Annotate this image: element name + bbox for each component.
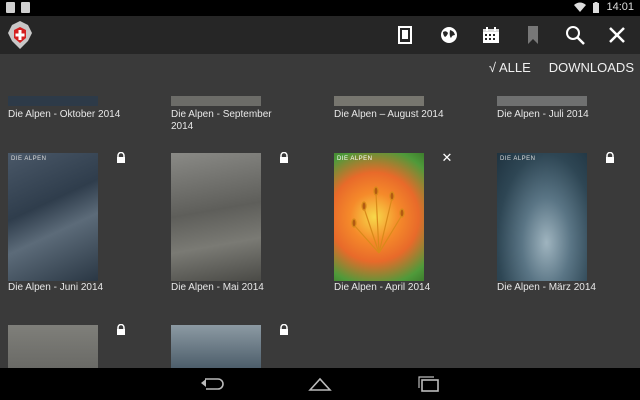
issue-grid: Die Alpen - Oktober 2014 Die Alpen - Sep…	[0, 54, 640, 368]
issue-title[interactable]: Die Alpen - Oktober 2014	[8, 109, 158, 121]
notification-icon	[6, 2, 15, 13]
filter-downloads-button[interactable]: DOWNLOADS	[549, 60, 634, 75]
issue-title[interactable]: Die Alpen - März 2014	[497, 282, 640, 294]
issue-title[interactable]: Die Alpen - April 2014	[334, 282, 484, 294]
issue-cover[interactable]	[497, 96, 587, 106]
issue-cover[interactable]	[8, 325, 98, 368]
issue-cover[interactable]	[171, 153, 261, 281]
issue-title[interactable]: Die Alpen - September 2014	[171, 109, 281, 133]
issue-title[interactable]: Die Alpen - Juni 2014	[8, 282, 158, 294]
issue-cover[interactable]: DIE ALPEN	[8, 153, 98, 281]
back-icon[interactable]	[200, 377, 224, 391]
status-bar: 14:01	[0, 0, 640, 16]
issue-cover[interactable]	[8, 96, 98, 106]
wifi-icon	[574, 2, 587, 12]
issue-title[interactable]: Die Alpen - Mai 2014	[171, 282, 321, 294]
home-icon[interactable]	[308, 376, 332, 392]
lock-icon	[606, 152, 614, 163]
delete-download-icon[interactable]: ✕	[441, 151, 453, 164]
lily-illustration	[351, 186, 405, 254]
issue-cover[interactable]	[171, 96, 261, 106]
globe-icon[interactable]	[436, 22, 462, 48]
issue-cover[interactable]	[171, 325, 261, 368]
battery-icon	[593, 1, 600, 13]
close-icon[interactable]	[604, 22, 630, 48]
lock-icon	[280, 152, 288, 163]
navigation-bar	[0, 368, 640, 400]
filter-all-button[interactable]: √ ALLE	[489, 60, 531, 75]
action-bar	[0, 16, 640, 54]
filter-toolbar: √ ALLE DOWNLOADS	[489, 60, 634, 75]
sac-logo-icon[interactable]	[6, 19, 34, 51]
issue-cover[interactable]: DIE ALPEN	[497, 153, 587, 281]
issue-cover[interactable]	[334, 96, 424, 106]
cover-header: DIE ALPEN	[11, 156, 47, 162]
lock-icon	[117, 324, 125, 335]
clock: 14:01	[606, 1, 634, 13]
recents-icon[interactable]	[418, 376, 440, 392]
sd-card-icon	[21, 2, 30, 13]
lock-icon	[117, 152, 125, 163]
lock-icon	[280, 324, 288, 335]
bookmark-icon[interactable]	[520, 22, 546, 48]
issue-title[interactable]: Die Alpen – August 2014	[334, 109, 484, 121]
cover-header: DIE ALPEN	[500, 156, 536, 162]
book-icon[interactable]	[392, 22, 418, 48]
calendar-icon[interactable]	[478, 22, 504, 48]
search-icon[interactable]	[562, 22, 588, 48]
issue-title[interactable]: Die Alpen - Juli 2014	[497, 109, 640, 121]
issue-cover[interactable]: DIE ALPEN	[334, 153, 424, 281]
